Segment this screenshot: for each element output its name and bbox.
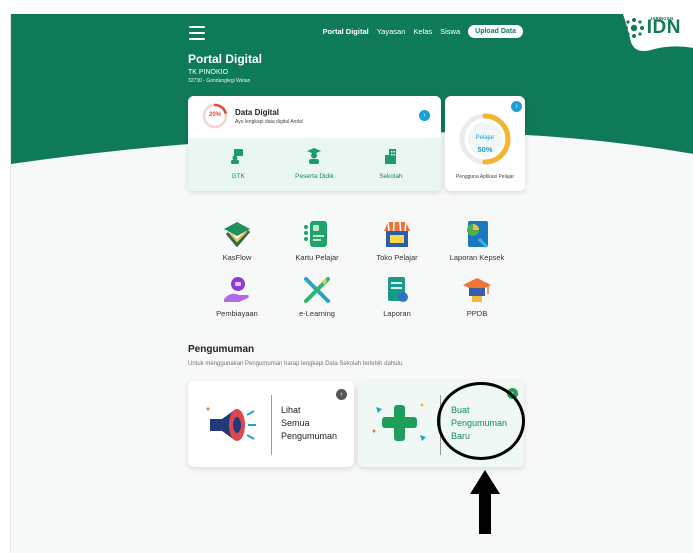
menu-e-learning[interactable]: e-Learning [277,275,357,318]
nav-kelas[interactable]: Kelas [413,27,432,36]
plus-icon [372,403,426,441]
school-name: TK PINOKIO [188,69,229,76]
divider [440,395,441,455]
nav-yayasan[interactable]: Yayasan [377,27,406,36]
sekolah-item[interactable]: Sekolah [356,138,426,191]
arrow-up-icon [470,470,500,534]
announcement-heading: Pengumuman [188,344,255,355]
data-digital-card[interactable]: 20% Data Digital Ayo lengkapi data digit… [188,96,441,191]
menu-laporan[interactable]: Laporan [357,275,437,318]
menu-label: Laporan Kepsek [449,253,505,262]
financing-icon [224,277,249,302]
create-announcement-card[interactable]: Buat Pengumuman Baru › [358,381,524,467]
megaphone-icon [206,407,256,441]
peserta-didik-item[interactable]: Peserta Didik [279,138,349,191]
divider [271,395,272,455]
menu-icon[interactable] [189,26,205,40]
pelajar-percent: 50% [477,145,493,154]
pelajar-label: Pelajar [475,135,495,141]
menu-label: Kartu Pelajar [295,253,339,262]
create-line: Buat [451,405,470,415]
menu-toko-pelajar[interactable]: Toko Pelajar [357,219,437,262]
menu-label: KasFlow [222,253,252,262]
pelajar-gauge: Pelajar 50% [458,112,512,166]
data-digital-percent: 20% [208,112,221,118]
upload-data-button[interactable]: Upload Data [468,25,523,38]
student-card-icon [304,221,327,247]
logo-small-text: JARINGAN [649,16,674,21]
pelajar-caption: Pengguna Aplikasi Pelajar [455,174,515,180]
school-info: Portal Digital TK PINOKIO 32730 - Gondan… [188,52,262,84]
school-address: 32730 - Gondanglegi Wetan [188,78,251,84]
create-line: Baru [451,431,471,441]
menu-label: Laporan [383,309,411,318]
menu-kartu-pelajar[interactable]: Kartu Pelajar [277,219,357,262]
screenshot: Portal Digital Yayasan Kelas Siswa Uploa… [0,0,693,553]
store-icon [384,221,410,247]
view-all-line: Lihat [281,405,301,415]
create-announcement-text: Buat Pengumuman Baru [451,404,507,443]
data-digital-progress-ring: 20% [202,103,228,129]
kasflow-icon [224,222,251,248]
graduation-icon [463,278,491,302]
data-digital-items: GTK Peserta Didik Sekolah [188,138,441,191]
view-all-line: Pengumuman [281,431,338,441]
data-digital-subtitle: Ayo lengkapi data digital Anda! [235,119,304,125]
logo-star-icon [623,18,644,38]
menu-label: Toko Pelajar [376,253,418,262]
nav-siswa[interactable]: Siswa [440,27,460,36]
data-digital-header[interactable]: 20% Data Digital Ayo lengkapi data digit… [188,96,441,138]
view-all-text: Lihat Semua Pengumuman [281,404,337,443]
app-window: Portal Digital Yayasan Kelas Siswa Uploa… [10,14,693,553]
gtk-label: GTK [231,173,245,180]
data-digital-title: Data Digital [235,108,280,117]
menu-pembiayaan[interactable]: Pembiayaan [197,275,277,318]
student-icon [307,148,322,164]
view-all-line: Semua [281,418,310,428]
chevron-right-icon[interactable]: › [507,388,518,399]
teacher-icon [231,149,244,164]
view-all-announcements-card[interactable]: Lihat Semua Pengumuman › [188,381,354,467]
report-chart-icon [467,221,489,249]
jaringan-idn-logo[interactable]: JARINGAN IDN [623,16,681,39]
top-nav: Portal Digital Yayasan Kelas Siswa Uploa… [322,25,523,38]
create-line: Pengumuman [451,418,508,428]
report-icon [388,277,408,302]
menu-label: PPDB [466,309,488,318]
elearning-icon [304,277,330,303]
page-title: Portal Digital [188,52,263,66]
peserta-didik-label: Peserta Didik [295,173,334,180]
menu-ppdb[interactable]: PPDB [437,275,517,318]
chevron-right-icon[interactable]: › [336,389,347,400]
menu-kasflow[interactable]: KasFlow [197,219,277,262]
school-building-icon [384,149,396,164]
gtk-item[interactable]: GTK [203,138,273,191]
chevron-right-icon[interactable]: › [419,110,430,121]
pelajar-card[interactable]: › Pelajar 50% Pengguna Aplikasi Pelajar [445,96,525,191]
menu-laporan-kepsek[interactable]: Laporan Kepsek [437,219,517,262]
chevron-right-icon[interactable]: › [511,101,522,112]
menu-label: Pembiayaan [216,309,258,318]
menu-label: e-Learning [299,309,335,318]
sekolah-label: Sekolah [379,173,403,180]
nav-portal-digital[interactable]: Portal Digital [322,27,368,36]
announcement-subtitle: Untuk menggunakan Pengumuman harap lengk… [188,361,404,367]
